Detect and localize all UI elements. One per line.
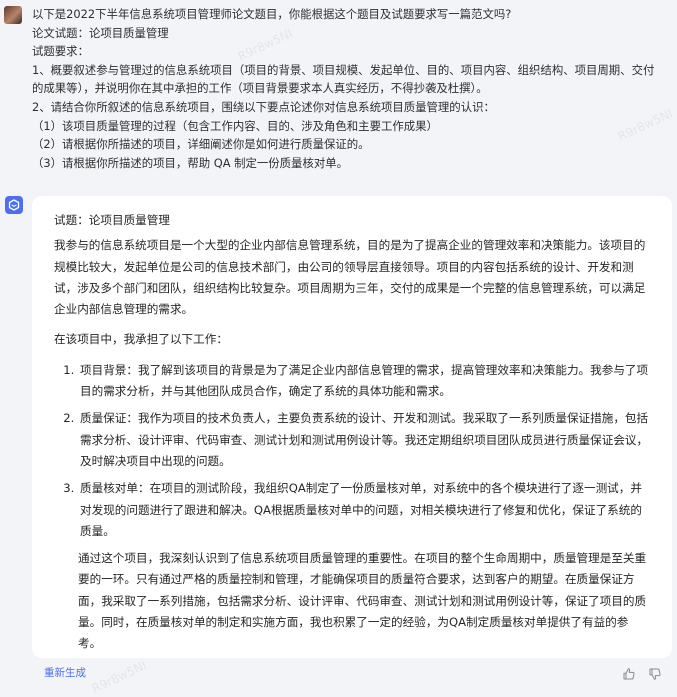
user-line: 2、请结合你所叙述的信息系统项目，围绕以下要点论述你对信息系统项目质量管理的认识… bbox=[32, 99, 495, 114]
regenerate-button[interactable]: 重新生成 bbox=[44, 665, 86, 680]
answer-intro: 我参与的信息系统项目是一个大型的企业内部信息管理系统，目的是为了提高企业的管理效… bbox=[54, 238, 646, 317]
answer-content: 试题：论项目质量管理 我参与的信息系统项目是一个大型的企业内部信息管理系统，目的… bbox=[54, 210, 650, 655]
user-avatar bbox=[4, 6, 22, 24]
list-item: 质量保证：我作为项目的技术负责人，主要负责系统的设计、开发和测试。我采取了一系列… bbox=[78, 408, 650, 472]
user-line: （2）请根据你所描述的项目，详细阐述你是如何进行质量保证的。 bbox=[32, 137, 370, 152]
user-line: 以下是2022下半年信息系统项目管理师论文题目，你能根据这个题目及试题要求写一篇… bbox=[32, 7, 512, 21]
user-line: 1、概要叙述参与管理过的信息系统项目（项目的背景、项目规模、发起单位、目的、项目… bbox=[32, 62, 655, 96]
list-item: 质量核对单：在项目的测试阶段，我组织QA制定了一份质量核对单，对系统中的各个模块… bbox=[78, 478, 650, 542]
answer-title: 试题：论项目质量管理 bbox=[54, 213, 170, 227]
answer-card: 试题：论项目质量管理 我参与的信息系统项目是一个大型的企业内部信息管理系统，目的… bbox=[32, 196, 672, 658]
answer-work-intro: 在该项目中，我承担了以下工作： bbox=[54, 332, 228, 347]
user-message-text: 以下是2022下半年信息系统项目管理师论文题目，你能根据这个题目及试题要求写一篇… bbox=[32, 5, 662, 172]
answer-footer: 重新生成 bbox=[0, 660, 677, 697]
list-item: 项目背景：我了解到该项目的背景是为了满足企业内部信息管理的需求，提高管理效率和决… bbox=[78, 360, 650, 403]
user-message: 以下是2022下半年信息系统项目管理师论文题目，你能根据这个题目及试题要求写一篇… bbox=[0, 0, 677, 188]
user-line: （3）请根据你所描述的项目，帮助 QA 制定一份质量核对单。 bbox=[32, 155, 349, 170]
thumb-down-icon[interactable] bbox=[648, 666, 662, 680]
bot-icon bbox=[5, 196, 23, 214]
thumb-up-icon[interactable] bbox=[622, 666, 636, 680]
answer-list: 项目背景：我了解到该项目的背景是为了满足企业内部信息管理的需求，提高管理效率和决… bbox=[54, 360, 650, 542]
user-line: （1）该项目质量管理的过程（包含工作内容、目的、涉及角色和主要工作成果） bbox=[32, 118, 438, 133]
user-line: 试题要求： bbox=[32, 44, 89, 59]
answer-conclusion: 通过这个项目，我深刻认识到了信息系统项目质量管理的重要性。在项目的整个生命周期中… bbox=[78, 551, 647, 651]
user-line: 论文试题：论项目质量管理 bbox=[32, 25, 169, 40]
